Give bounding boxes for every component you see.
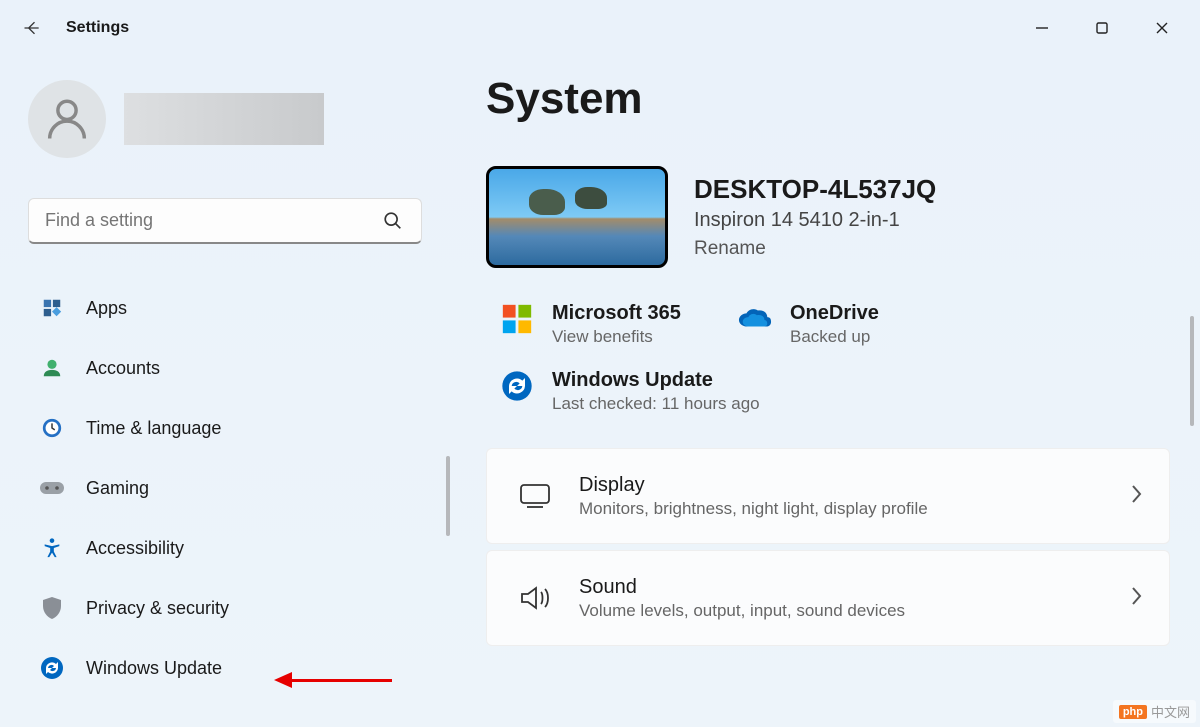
back-button[interactable] bbox=[12, 8, 52, 48]
apps-icon bbox=[40, 296, 64, 320]
setting-sound[interactable]: Sound Volume levels, output, input, soun… bbox=[486, 550, 1170, 646]
setting-sub: Monitors, brightness, night light, displ… bbox=[579, 499, 928, 519]
display-icon bbox=[517, 478, 553, 514]
sidebar-item-label: Time & language bbox=[86, 418, 221, 439]
status-row-2: Windows Update Last checked: 11 hours ag… bbox=[486, 369, 1170, 414]
search-icon bbox=[382, 210, 404, 237]
sound-icon bbox=[517, 580, 553, 616]
status-sub: Backed up bbox=[790, 327, 879, 347]
person-icon bbox=[41, 93, 93, 145]
main-panel: System DESKTOP-4L537JQ Inspiron 14 5410 … bbox=[450, 56, 1200, 727]
status-row-1: Microsoft 365 View benefits OneDrive Bac… bbox=[486, 302, 1170, 347]
privacy-security-icon bbox=[40, 596, 64, 620]
close-button[interactable] bbox=[1132, 8, 1192, 48]
gaming-icon bbox=[40, 476, 64, 500]
sidebar-item-label: Privacy & security bbox=[86, 598, 229, 619]
arrow-annotation bbox=[274, 672, 392, 688]
sidebar-item-accessibility[interactable]: Accessibility bbox=[28, 524, 422, 572]
maximize-button[interactable] bbox=[1072, 8, 1132, 48]
sidebar-item-accounts[interactable]: Accounts bbox=[28, 344, 422, 392]
sidebar-item-label: Windows Update bbox=[86, 658, 222, 679]
setting-sub: Volume levels, output, input, sound devi… bbox=[579, 601, 905, 621]
content: Apps Accounts Time & language Gaming Acc… bbox=[0, 56, 1200, 727]
status-sub: Last checked: 11 hours ago bbox=[552, 394, 760, 414]
status-title: Windows Update bbox=[552, 369, 760, 392]
sidebar-item-privacy-security[interactable]: Privacy & security bbox=[28, 584, 422, 632]
window-controls bbox=[1012, 8, 1192, 48]
status-onedrive[interactable]: OneDrive Backed up bbox=[738, 302, 879, 347]
sidebar-item-apps[interactable]: Apps bbox=[28, 284, 422, 332]
time-language-icon bbox=[40, 416, 64, 440]
status-title: Microsoft 365 bbox=[552, 302, 681, 325]
arrow-head-icon bbox=[274, 672, 292, 688]
search-input[interactable] bbox=[28, 198, 422, 244]
sidebar-item-label: Accounts bbox=[86, 358, 160, 379]
user-block[interactable] bbox=[28, 80, 422, 158]
device-model: Inspiron 14 5410 2-in-1 bbox=[694, 209, 936, 232]
rename-link[interactable]: Rename bbox=[694, 238, 936, 260]
page-title: System bbox=[486, 74, 1170, 124]
status-windows-update[interactable]: Windows Update Last checked: 11 hours ag… bbox=[500, 369, 760, 414]
chevron-right-icon bbox=[1129, 585, 1143, 612]
sidebar: Apps Accounts Time & language Gaming Acc… bbox=[0, 56, 450, 727]
watermark: php 中文网 bbox=[1113, 700, 1196, 723]
minimize-button[interactable] bbox=[1012, 8, 1072, 48]
status-title: OneDrive bbox=[790, 302, 879, 325]
main-scrollbar[interactable] bbox=[1190, 316, 1194, 426]
chevron-right-icon bbox=[1129, 483, 1143, 510]
device-block: DESKTOP-4L537JQ Inspiron 14 5410 2-in-1 … bbox=[486, 166, 1170, 268]
settings-list: Display Monitors, brightness, night ligh… bbox=[486, 448, 1170, 646]
sidebar-item-label: Accessibility bbox=[86, 538, 184, 559]
sidebar-item-gaming[interactable]: Gaming bbox=[28, 464, 422, 512]
minimize-icon bbox=[1035, 21, 1049, 35]
sidebar-item-label: Gaming bbox=[86, 478, 149, 499]
windows-update-status-icon bbox=[500, 369, 534, 403]
device-name: DESKTOP-4L537JQ bbox=[694, 174, 936, 205]
user-name-redacted bbox=[124, 93, 324, 145]
avatar bbox=[28, 80, 106, 158]
close-icon bbox=[1155, 21, 1169, 35]
status-ms365[interactable]: Microsoft 365 View benefits bbox=[500, 302, 710, 347]
setting-title: Sound bbox=[579, 576, 905, 599]
windows-update-icon bbox=[40, 656, 64, 680]
titlebar: Settings bbox=[0, 0, 1200, 56]
device-info: DESKTOP-4L537JQ Inspiron 14 5410 2-in-1 … bbox=[694, 174, 936, 260]
maximize-icon bbox=[1095, 21, 1109, 35]
app-title: Settings bbox=[66, 19, 129, 37]
arrow-line bbox=[292, 679, 392, 682]
setting-title: Display bbox=[579, 474, 928, 497]
sidebar-item-time-language[interactable]: Time & language bbox=[28, 404, 422, 452]
nav-list: Apps Accounts Time & language Gaming Acc… bbox=[28, 284, 422, 692]
accounts-icon bbox=[40, 356, 64, 380]
accessibility-icon bbox=[40, 536, 64, 560]
device-thumbnail[interactable] bbox=[486, 166, 668, 268]
back-icon bbox=[22, 18, 42, 38]
status-sub: View benefits bbox=[552, 327, 681, 347]
sidebar-item-label: Apps bbox=[86, 298, 127, 319]
setting-display[interactable]: Display Monitors, brightness, night ligh… bbox=[486, 448, 1170, 544]
microsoft-365-icon bbox=[500, 302, 534, 336]
onedrive-icon bbox=[738, 302, 772, 336]
search-wrap bbox=[28, 198, 422, 244]
